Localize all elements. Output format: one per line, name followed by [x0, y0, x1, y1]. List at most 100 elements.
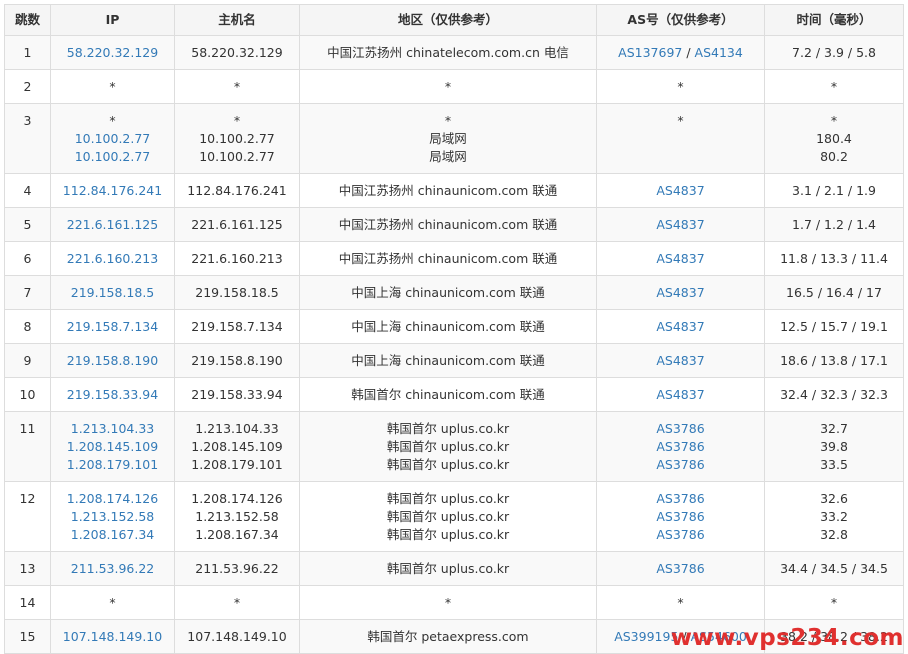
time-cell: * 180.4 80.2	[764, 103, 904, 174]
asn-line: AS4837	[601, 284, 760, 302]
time-text: 32.4 / 32.3 / 32.3	[780, 387, 888, 402]
ip-link[interactable]: 10.100.2.77	[55, 148, 170, 166]
ip-link: *	[109, 595, 116, 610]
hostname-text: 1.213.104.33	[195, 421, 279, 436]
asn-cell: AS4837	[596, 173, 765, 208]
time-text: 80.2	[820, 149, 848, 164]
hop-cell: 12	[4, 481, 51, 552]
region-text: 韩国首尔 uplus.co.kr	[386, 527, 510, 542]
time-text: 34.4 / 34.5 / 34.5	[780, 561, 888, 576]
time-cell: 32.4 / 32.3 / 32.3	[764, 377, 904, 412]
hostname-text: 112.84.176.241	[187, 183, 287, 198]
ip-cell: 221.6.160.213	[50, 241, 175, 276]
region-cell: 韩国首尔 uplus.co.kr 韩国首尔 uplus.co.kr 韩国首尔 upl…	[299, 481, 597, 552]
ip-link[interactable]: 1.213.104.33	[55, 420, 170, 438]
ip-link[interactable]: 1.213.152.58	[55, 508, 170, 526]
hostname-cell: *	[174, 585, 300, 620]
hostname-cell: 211.53.96.22	[174, 551, 300, 586]
ip-link: *	[109, 113, 116, 128]
ip-link[interactable]: 107.148.149.10	[55, 628, 170, 646]
ip-link[interactable]: 219.158.7.134	[55, 318, 170, 336]
hop-cell: 6	[4, 241, 51, 276]
asn-link[interactable]: AS3786	[656, 457, 704, 472]
ip-link[interactable]: 1.208.145.109	[55, 438, 170, 456]
asn-link[interactable]: AS4837	[656, 319, 704, 334]
hostname-text: 1.208.167.34	[195, 527, 279, 542]
asn-link[interactable]: AS3786	[656, 439, 704, 454]
asn-text: *	[677, 79, 684, 94]
region-cell: 韩国首尔 chinaunicom.com 联通	[299, 377, 597, 412]
ip-link[interactable]: 10.100.2.77	[55, 130, 170, 148]
region-text: 中国江苏扬州 chinaunicom.com 联通	[338, 217, 558, 232]
hostname-cell: 1.213.104.33 1.208.145.109 1.208.179.101	[174, 411, 300, 482]
table-row: 7 219.158.18.5 219.158.18.5 中国上海 chinaunico…	[4, 275, 904, 310]
hostname-cell: 221.6.160.213	[174, 241, 300, 276]
hop-cell: 14	[4, 585, 51, 620]
asn-link[interactable]: AS3786	[656, 421, 704, 436]
ip-link[interactable]: 221.6.161.125	[55, 216, 170, 234]
time-cell: 12.5 / 15.7 / 19.1	[764, 309, 904, 344]
region-cell: 韩国首尔 uplus.co.kr	[299, 551, 597, 586]
asn-link[interactable]: AS4837	[656, 353, 704, 368]
hostname-text: 58.220.32.129	[191, 45, 283, 60]
ip-cell: 112.84.176.241	[50, 173, 175, 208]
asn-link[interactable]: AS137697	[618, 45, 682, 60]
hop-cell: 13	[4, 551, 51, 586]
asn-link[interactable]: AS4837	[656, 387, 704, 402]
asn-cell: AS4837	[596, 309, 765, 344]
header-region: 地区（仅供参考）	[299, 4, 597, 36]
time-text: 16.5 / 16.4 / 17	[786, 285, 882, 300]
region-cell: * 局域网 局域网	[299, 103, 597, 174]
asn-line: AS137697 / AS4134	[601, 44, 760, 62]
hostname-text: 221.6.160.213	[191, 251, 283, 266]
hop-cell: 4	[4, 173, 51, 208]
asn-line: AS3786	[601, 560, 760, 578]
ip-link[interactable]: 1.208.179.101	[55, 456, 170, 474]
asn-link[interactable]: AS3786	[656, 509, 704, 524]
asn-cell: AS137697 / AS4134	[596, 35, 765, 70]
table-row: 11 1.213.104.33 1.208.145.109 1.208.179.101…	[4, 411, 904, 482]
ip-link[interactable]: 58.220.32.129	[55, 44, 170, 62]
asn-cell: AS4837	[596, 343, 765, 378]
hostname-text: *	[233, 79, 241, 94]
ip-link[interactable]: 1.208.167.34	[55, 526, 170, 544]
asn-link[interactable]: AS4837	[656, 285, 704, 300]
ip-link[interactable]: 219.158.18.5	[55, 284, 170, 302]
region-text: 韩国首尔 uplus.co.kr	[386, 457, 510, 472]
time-text: 3.1 / 2.1 / 1.9	[792, 183, 876, 198]
asn-link[interactable]: AS3786	[656, 527, 704, 542]
asn-cell: AS4837	[596, 207, 765, 242]
hostname-text: 1.208.174.126	[191, 491, 283, 506]
table-row: 9 219.158.8.190 219.158.8.190 中国上海 chinauni…	[4, 343, 904, 378]
hostname-text: 219.158.33.94	[191, 387, 283, 402]
header-time: 时间（毫秒）	[764, 4, 904, 36]
asn-cell: AS4837	[596, 377, 765, 412]
region-text: *	[444, 113, 452, 128]
asn-link[interactable]: AS4837	[656, 251, 704, 266]
asn-cell: *	[596, 69, 765, 104]
ip-cell: *	[50, 585, 175, 620]
ip-link[interactable]: 221.6.160.213	[55, 250, 170, 268]
hostname-text: 219.158.8.190	[191, 353, 283, 368]
time-cell: *	[764, 69, 904, 104]
ip-link[interactable]: 112.84.176.241	[55, 182, 170, 200]
asn-link[interactable]: AS4837	[656, 217, 704, 232]
time-text: 180.4	[816, 131, 852, 146]
ip-link[interactable]: 219.158.8.190	[55, 352, 170, 370]
asn-link[interactable]: AS399195	[614, 629, 678, 644]
asn-line: AS4837	[601, 182, 760, 200]
asn-separator: /	[682, 45, 695, 60]
asn-link[interactable]: AS4134	[695, 45, 743, 60]
ip-link[interactable]: 1.208.174.126	[55, 490, 170, 508]
asn-cell: AS3786 AS3786 AS3786	[596, 481, 765, 552]
asn-cell: *	[596, 585, 765, 620]
ip-cell: 1.213.104.33 1.208.145.109 1.208.179.101	[50, 411, 175, 482]
asn-link[interactable]: AS3786	[656, 491, 704, 506]
asn-link[interactable]: AS3786	[656, 561, 704, 576]
region-cell: 中国江苏扬州 chinaunicom.com 联通	[299, 173, 597, 208]
asn-link[interactable]: AS4837	[656, 183, 704, 198]
ip-link[interactable]: 219.158.33.94	[55, 386, 170, 404]
hostname-text: 211.53.96.22	[195, 561, 279, 576]
ip-link[interactable]: 211.53.96.22	[55, 560, 170, 578]
region-text: 中国江苏扬州 chinaunicom.com 联通	[338, 183, 558, 198]
